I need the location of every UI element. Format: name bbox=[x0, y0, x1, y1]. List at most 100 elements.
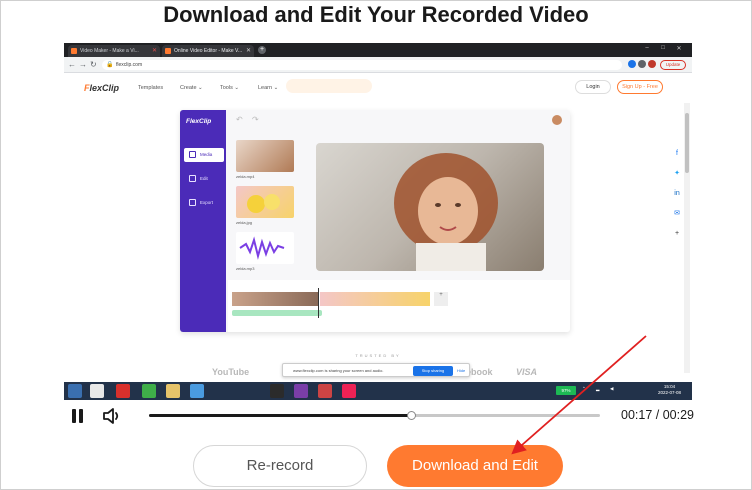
extension-icon[interactable] bbox=[628, 60, 636, 68]
sidebar-item-label: Media bbox=[200, 152, 213, 157]
sidebar-item-media[interactable]: Media bbox=[184, 148, 224, 162]
portrait-image bbox=[394, 153, 498, 271]
update-button[interactable]: Update bbox=[660, 60, 686, 70]
timeline-clip-image[interactable] bbox=[320, 292, 430, 306]
start-icon[interactable] bbox=[68, 384, 82, 398]
edit-icon bbox=[189, 175, 196, 182]
speaker-glyph bbox=[103, 408, 119, 424]
page-title: Download and Edit Your Recorded Video bbox=[163, 2, 589, 27]
share-message: www.flexclip.com is sharing your screen … bbox=[293, 368, 384, 373]
media-label: zelda.mp4 bbox=[236, 174, 255, 179]
speaker-icon[interactable]: ◀ bbox=[610, 386, 613, 392]
maximize-icon[interactable]: □ bbox=[658, 45, 668, 55]
browser-tab-video-editor[interactable]: Online Video Editor - Make V... ✕ bbox=[162, 45, 254, 57]
media-label: zelda.jpg bbox=[236, 220, 253, 225]
export-icon bbox=[189, 199, 196, 206]
back-icon[interactable]: ← bbox=[68, 60, 76, 69]
folder-icon[interactable] bbox=[166, 384, 180, 398]
timeline[interactable]: + bbox=[228, 280, 570, 332]
url-field[interactable]: 🔒 flexclip.com bbox=[102, 60, 622, 70]
media-icon bbox=[189, 151, 196, 158]
app-icon[interactable] bbox=[270, 384, 284, 398]
sidebar-item-label: Edit bbox=[200, 176, 208, 181]
editor-sidebar: FlexClip Media Edit Export bbox=[180, 110, 226, 332]
network-icon[interactable]: ▂ bbox=[596, 386, 599, 392]
window-close-icon[interactable]: ✕ bbox=[674, 45, 684, 55]
progress-knob[interactable] bbox=[406, 411, 416, 420]
sidebar-item-export[interactable]: Export bbox=[184, 196, 224, 210]
signup-button[interactable]: Sign Up - Free bbox=[617, 80, 663, 94]
login-button[interactable]: Login bbox=[575, 80, 611, 94]
scrollbar-thumb[interactable] bbox=[685, 113, 689, 173]
new-tab-icon[interactable]: + bbox=[258, 46, 266, 54]
media-thumbnail-video[interactable] bbox=[236, 140, 294, 172]
brand-youtube: YouTube bbox=[212, 367, 250, 377]
header-highlight bbox=[286, 79, 372, 93]
email-icon[interactable]: ✉ bbox=[670, 207, 684, 221]
battery-indicator[interactable]: 97% bbox=[556, 386, 576, 395]
pause-bar bbox=[72, 409, 76, 423]
twitter-icon[interactable]: ✦ bbox=[670, 167, 684, 181]
media-thumbnail-image[interactable] bbox=[236, 186, 294, 218]
rerecord-button[interactable]: Re-record bbox=[193, 445, 367, 487]
app-icon[interactable] bbox=[190, 384, 204, 398]
progress-fill bbox=[149, 414, 411, 417]
download-and-edit-button[interactable]: Download and Edit bbox=[387, 445, 563, 487]
reload-icon[interactable]: ↻ bbox=[90, 60, 97, 69]
timeline-clip-video[interactable] bbox=[232, 292, 318, 306]
taskbar-clock[interactable]: 15:04 2022-07-08 bbox=[658, 384, 681, 396]
editor-logo: FlexClip bbox=[186, 118, 212, 125]
trusted-by-label: TRUSTED BY bbox=[355, 353, 401, 358]
site-header: FlexClip Templates Create ⌄ Tools ⌄ Lear… bbox=[64, 74, 692, 102]
logo-text: lexClip bbox=[89, 83, 120, 93]
app-icon[interactable] bbox=[318, 384, 332, 398]
editor-mockup: FlexClip Media Edit Export ↶ ↷ zelda.mp4 bbox=[180, 110, 570, 332]
add-clip-button[interactable]: + bbox=[434, 292, 448, 306]
timeline-playhead[interactable] bbox=[318, 288, 319, 318]
app-icon[interactable] bbox=[142, 384, 156, 398]
video-preview[interactable]: Video Maker - Make a Vi... ✕ Online Vide… bbox=[64, 43, 692, 400]
extensions-icon[interactable] bbox=[638, 60, 646, 68]
facebook-icon[interactable]: f bbox=[670, 147, 684, 161]
lock-icon: 🔒 bbox=[106, 62, 114, 68]
time-display: 00:17 / 00:29 bbox=[621, 408, 694, 422]
playback-progress-bar[interactable] bbox=[149, 411, 600, 420]
nav-tools[interactable]: Tools ⌄ bbox=[220, 85, 239, 91]
pause-bar bbox=[79, 409, 83, 423]
hide-share-button[interactable]: Hide bbox=[457, 368, 465, 373]
nav-create[interactable]: Create ⌄ bbox=[180, 85, 203, 91]
app-icon[interactable] bbox=[116, 384, 130, 398]
tab-close-icon[interactable]: ✕ bbox=[246, 47, 251, 54]
nav-learn[interactable]: Learn ⌄ bbox=[258, 85, 278, 91]
browser-tab-bar: Video Maker - Make a Vi... ✕ Online Vide… bbox=[64, 43, 692, 57]
video-canvas-preview[interactable] bbox=[316, 143, 544, 271]
tab-close-icon[interactable]: ✕ bbox=[152, 47, 157, 54]
undo-icon[interactable]: ↶ bbox=[236, 115, 243, 124]
stop-sharing-button[interactable]: Stop sharing bbox=[413, 366, 453, 376]
pause-icon[interactable] bbox=[71, 407, 85, 425]
app-icon[interactable] bbox=[342, 384, 356, 398]
sidebar-item-label: Export bbox=[200, 200, 214, 205]
browser-address-bar: ← → ↻ 🔒 flexclip.com Update bbox=[64, 57, 692, 73]
profile-avatar-icon[interactable] bbox=[648, 60, 656, 68]
linkedin-icon[interactable]: in bbox=[670, 187, 684, 201]
waveform-icon bbox=[239, 236, 285, 260]
forward-icon[interactable]: → bbox=[79, 60, 87, 69]
clock-date: 2022-07-08 bbox=[658, 390, 682, 395]
nav-templates[interactable]: Templates bbox=[138, 85, 163, 91]
sidebar-item-edit[interactable]: Edit bbox=[184, 172, 224, 186]
volume-icon[interactable] bbox=[101, 406, 121, 426]
redo-icon[interactable]: ↷ bbox=[252, 115, 259, 124]
minimize-icon[interactable]: – bbox=[642, 45, 652, 55]
tab-label: Online Video Editor - Make V... bbox=[174, 48, 243, 54]
app-icon[interactable] bbox=[294, 384, 308, 398]
browser-tab-video-maker[interactable]: Video Maker - Make a Vi... ✕ bbox=[68, 45, 160, 57]
more-share-icon[interactable]: + bbox=[670, 227, 684, 241]
tray-icon[interactable]: ⌃ bbox=[582, 386, 586, 392]
site-logo[interactable]: FlexClip bbox=[84, 83, 119, 93]
url-text: flexclip.com bbox=[116, 62, 143, 68]
user-avatar[interactable] bbox=[552, 115, 562, 125]
timeline-audio-track[interactable] bbox=[232, 310, 322, 316]
chrome-app-icon[interactable] bbox=[90, 384, 104, 398]
media-thumbnail-audio[interactable] bbox=[236, 232, 294, 264]
